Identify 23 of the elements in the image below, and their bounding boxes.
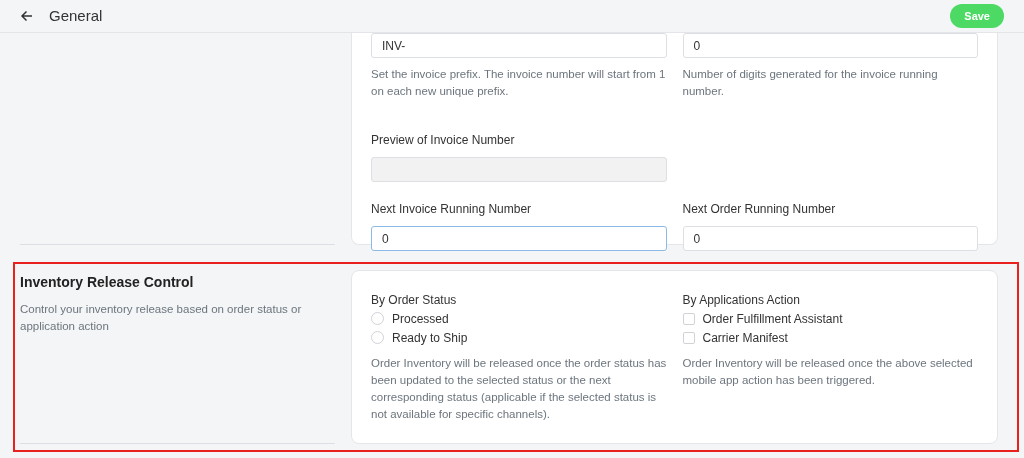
checkbox[interactable]: [682, 331, 695, 344]
input-field[interactable]: INV-: [371, 33, 667, 58]
radio-label: Processed: [392, 310, 449, 328]
section-description: Control your inventory release based on order status or application action: [20, 302, 303, 334]
back-icon[interactable]: [20, 10, 33, 22]
checkbox-label: Order Fulfillment Assistant: [702, 310, 843, 328]
checkbox-label: Carrier Manifest: [702, 329, 788, 347]
help-text: Order Inventory will be released once the above selected mobile app action has been triggered.: [682, 356, 974, 388]
help-text: Set the invoice prefix. The invoice number will start from 1 on each new unique prefix.: [371, 67, 667, 99]
input-field[interactable]: 0: [371, 226, 667, 251]
field-label: Next Order Running Number: [682, 201, 837, 218]
group-label: By Applications Action: [682, 292, 801, 309]
field-label: Next Invoice Running Number: [371, 201, 533, 218]
field-label: Preview of Invoice Number: [371, 132, 516, 149]
checkbox[interactable]: [682, 312, 695, 325]
group-label: By Order Status: [371, 292, 458, 309]
help-text: Number of digits generated for the invoice running number.: [682, 67, 939, 99]
help-text: Order Inventory will be released once the order status has been updated to the selected status or the next corresponding status (applicable if the selected status is not available for specific channels).: [371, 356, 667, 422]
page-title: General: [49, 5, 103, 26]
input-field[interactable]: 0: [682, 226, 978, 251]
radio-label: Ready to Ship: [392, 329, 468, 347]
input-field[interactable]: 0: [682, 33, 978, 58]
section-title: Inventory Release Control: [20, 273, 195, 292]
